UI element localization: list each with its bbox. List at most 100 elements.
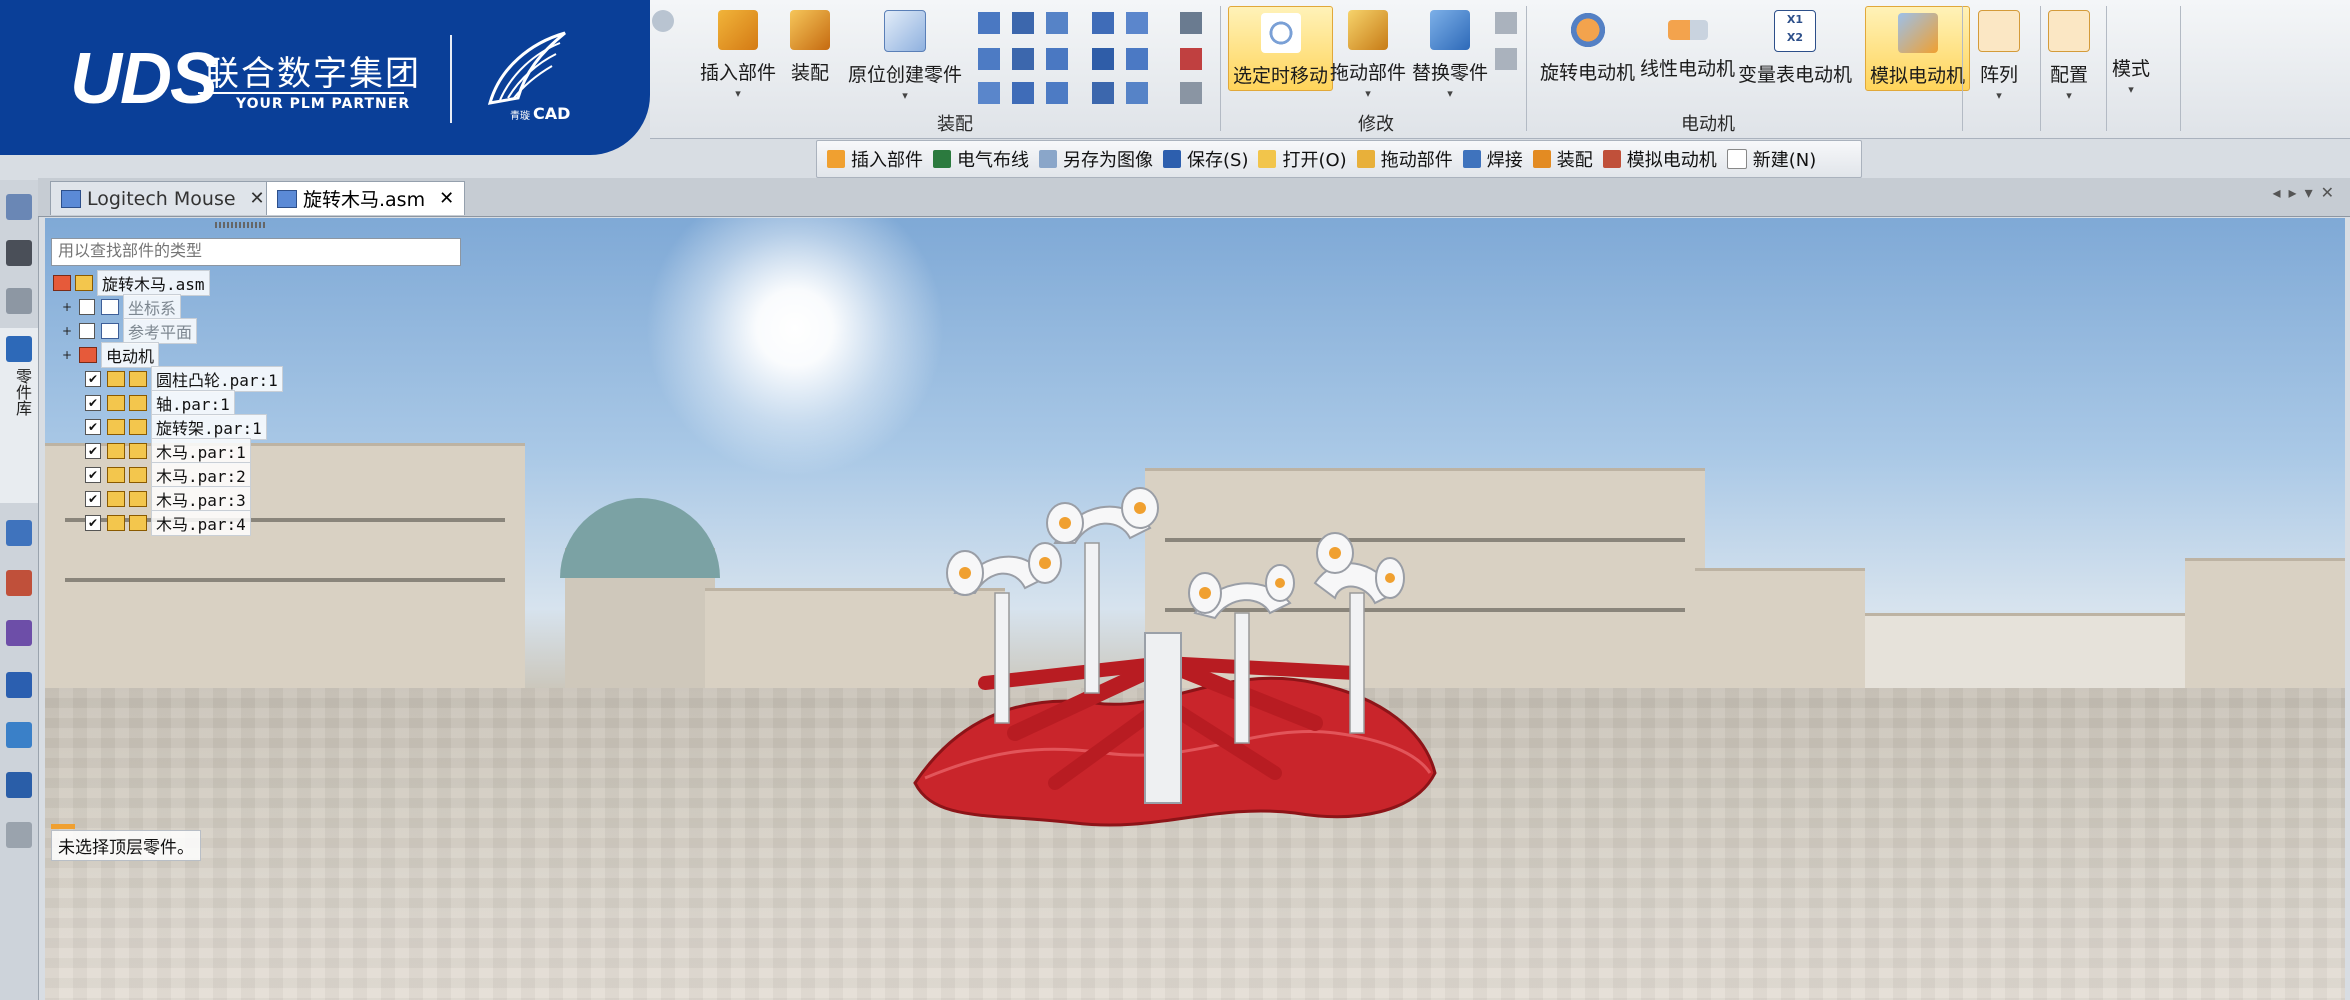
small-tool-icon[interactable] (1046, 82, 1068, 104)
small-tool-icon[interactable] (1012, 12, 1034, 34)
tree-part-label: 木马.par:2 (151, 462, 251, 488)
assemble-button[interactable]: 装配 (790, 6, 830, 85)
tab-list-icon[interactable]: ▾ (2305, 183, 2321, 202)
help-icon[interactable] (6, 672, 32, 698)
qbar-save-as-image[interactable]: 另存为图像 (1039, 146, 1153, 172)
simulate-motor-icon (1897, 13, 1938, 53)
small-tool-icon[interactable] (1092, 82, 1114, 104)
small-tool-icon[interactable] (1126, 48, 1148, 70)
tab-label: 旋转木马.asm (303, 189, 426, 211)
qbar-insert-part[interactable]: 插入部件 (827, 146, 923, 172)
small-tool-icon[interactable] (1180, 48, 1202, 70)
drag-part-button[interactable]: 拖动部件 ▾ (1330, 6, 1406, 100)
sidebar-tool-icon[interactable] (6, 288, 32, 314)
qbar-simulate-motor[interactable]: 模拟电动机 (1602, 146, 1717, 172)
variable-table-motor-button[interactable]: X1 X2 变量表电动机 (1738, 6, 1852, 87)
qbar-open[interactable]: 打开(O) (1258, 146, 1347, 172)
sidebar-assembly-icon[interactable] (6, 520, 32, 546)
small-tool-icon[interactable] (1126, 82, 1148, 104)
small-tool-icon[interactable] (1012, 82, 1034, 104)
tree-part-row[interactable]: ✔ 木马.par:2 (85, 462, 251, 488)
small-tool-icon[interactable] (978, 48, 1000, 70)
small-tool-icon[interactable] (1046, 12, 1068, 34)
visibility-checkbox[interactable]: ✔ (85, 395, 101, 411)
visibility-checkbox[interactable] (79, 323, 95, 339)
qbar-label: 模拟电动机 (1626, 150, 1717, 171)
sidebar-play-icon[interactable] (6, 240, 32, 266)
small-tool-icon[interactable] (1126, 12, 1148, 34)
visibility-checkbox[interactable]: ✔ (85, 491, 101, 507)
part-icon (107, 419, 125, 435)
small-tool-icon[interactable] (1092, 48, 1114, 70)
carousel-3d-model[interactable] (895, 483, 1455, 843)
move-on-select-button[interactable]: 选定时移动 (1228, 6, 1334, 91)
weld-icon (1462, 150, 1481, 168)
visibility-checkbox[interactable]: ✔ (85, 515, 101, 531)
create-in-place-button[interactable]: 原位创建零件 ▾ (848, 6, 962, 102)
tree-node-coordinate-system[interactable]: + 坐标系 (61, 294, 182, 320)
close-icon[interactable]: ✕ (439, 188, 454, 209)
visibility-checkbox[interactable]: ✔ (85, 419, 101, 435)
part-search-input[interactable] (51, 238, 461, 266)
close-window-icon[interactable]: ✕ (2321, 183, 2342, 202)
small-tool-icon[interactable] (1180, 82, 1202, 104)
insert-part-button[interactable]: 插入部件 ▾ (700, 6, 776, 100)
brand-banner: UDS 联合数字集团 YOUR PLM PARTNER 青璇 CAD (0, 0, 650, 155)
qbar-assemble[interactable]: 装配 (1532, 146, 1593, 172)
small-tool-icon[interactable] (1495, 48, 1517, 70)
tree-part-row[interactable]: ✔ 木马.par:4 (85, 510, 251, 536)
small-tool-icon[interactable] (978, 82, 1000, 104)
parts-library-tab[interactable]: 零件库 (0, 328, 39, 503)
3d-viewport[interactable]: 旋转木马.asm + 坐标系 + 参考平面 + 电动机 ✔ 圆柱凸轮.par:1… (45, 218, 2345, 1000)
configuration-button[interactable]: 配置 ▾ (2048, 6, 2090, 102)
panel-grip[interactable] (215, 222, 265, 228)
tree-root[interactable]: 旋转木马.asm (53, 270, 210, 296)
rotary-motor-button[interactable]: 旋转电动机 (1540, 6, 1635, 85)
expand-icon[interactable]: + (61, 300, 73, 314)
small-tool-icon[interactable] (1092, 12, 1114, 34)
visibility-checkbox[interactable]: ✔ (85, 443, 101, 459)
linear-motor-button[interactable]: 线性电动机 (1640, 6, 1735, 81)
sidebar-color-icon[interactable] (6, 620, 32, 646)
sidebar-view-icon[interactable] (6, 194, 32, 220)
tree-part-row[interactable]: ✔ 木马.par:1 (85, 438, 251, 464)
small-tool-icon[interactable] (978, 12, 1000, 34)
visibility-checkbox[interactable]: ✔ (85, 371, 101, 387)
sidebar-grid-icon[interactable] (6, 722, 32, 748)
small-tool-icon[interactable] (1012, 48, 1034, 70)
sidebar-settings-icon[interactable] (6, 772, 32, 798)
sidebar-layers-icon[interactable] (6, 570, 32, 596)
tree-part-row[interactable]: ✔ 轴.par:1 (85, 390, 235, 416)
tab-carousel-asm[interactable]: 旋转木马.asm ✕ (266, 181, 466, 215)
close-icon[interactable]: ✕ (250, 188, 265, 209)
replace-part-button[interactable]: 替换零件 ▾ (1412, 6, 1488, 100)
small-tool-icon[interactable] (1046, 48, 1068, 70)
tree-node-reference-planes[interactable]: + 参考平面 (61, 318, 198, 344)
tab-next-icon[interactable]: ▸ (2289, 183, 2305, 202)
visibility-checkbox[interactable] (79, 299, 95, 315)
parts-library-label: 零件库 (13, 368, 32, 416)
tree-part-row[interactable]: ✔ 旋转架.par:1 (85, 414, 267, 440)
tree-node-motors[interactable]: + 电动机 (61, 342, 160, 368)
mode-button[interactable]: 模式 ▾ (2112, 54, 2150, 96)
tree-part-row[interactable]: ✔ 圆柱凸轮.par:1 (85, 366, 283, 392)
small-tool-icon[interactable] (1495, 12, 1517, 34)
ribbon-options-icon[interactable] (652, 10, 674, 32)
simulate-motor-button[interactable]: 模拟电动机 (1865, 6, 1971, 91)
qbar-drag-part[interactable]: 拖动部件 (1356, 146, 1453, 172)
qbar-weld[interactable]: 焊接 (1462, 146, 1523, 172)
tree-part-row[interactable]: ✔ 木马.par:3 (85, 486, 251, 512)
sun-glare (645, 218, 945, 478)
visibility-checkbox[interactable]: ✔ (85, 467, 101, 483)
sidebar-more-icon[interactable] (6, 822, 32, 848)
qbar-electrical-routing[interactable]: 电气布线 (933, 146, 1029, 172)
expand-icon[interactable]: + (61, 348, 73, 362)
tab-logitech-mouse[interactable]: Logitech Mouse ✕ (50, 181, 276, 215)
small-tool-icon[interactable] (1180, 12, 1202, 34)
tab-prev-icon[interactable]: ◂ (2273, 183, 2289, 202)
expand-icon[interactable]: + (61, 324, 73, 338)
qbar-save[interactable]: 保存(S) (1163, 146, 1248, 172)
pattern-button[interactable]: 阵列 ▾ (1978, 6, 2020, 102)
qbar-new[interactable]: 新建(N) (1726, 146, 1816, 172)
simulate-motor-icon (1602, 150, 1621, 168)
